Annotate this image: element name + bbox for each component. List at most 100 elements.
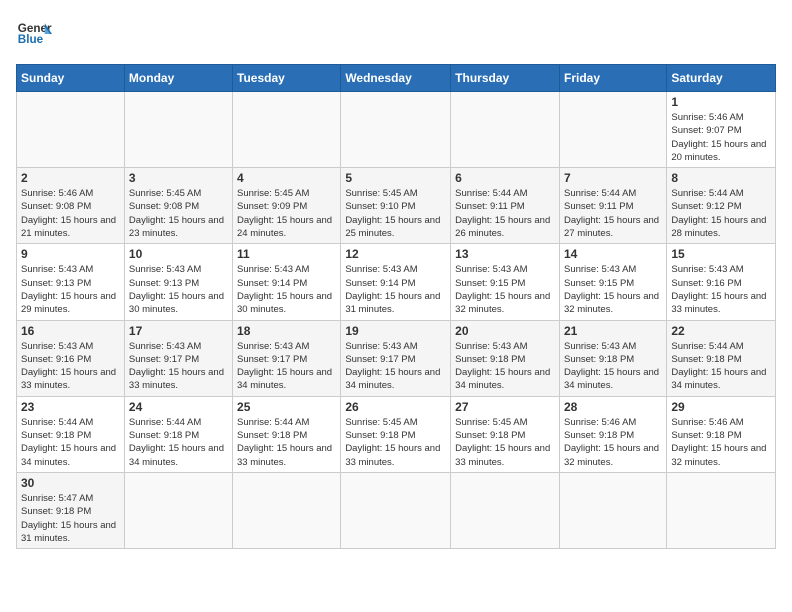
day-info: Sunrise: 5:43 AM Sunset: 9:16 PM Dayligh… — [671, 263, 771, 316]
calendar-cell: 27Sunrise: 5:45 AM Sunset: 9:18 PM Dayli… — [451, 396, 560, 472]
weekday-header-friday: Friday — [559, 65, 666, 92]
day-number: 21 — [564, 324, 662, 338]
calendar-week-row: 1 Sunrise: 5:46 AM Sunset: 9:07 PM Daylig… — [17, 92, 776, 168]
day-number: 14 — [564, 247, 662, 261]
calendar-cell — [233, 92, 341, 168]
day-info: Sunrise: 5:44 AM Sunset: 9:11 PM Dayligh… — [564, 187, 662, 240]
calendar-cell: 24 Sunrise: 5:44 AM Sunset: 9:18 PM Dayli… — [124, 396, 232, 472]
calendar-cell: 13 Sunrise: 5:43 AM Sunset: 9:15 PM Dayli… — [451, 244, 560, 320]
calendar-cell: 22Sunrise: 5:44 AM Sunset: 9:18 PM Dayli… — [667, 320, 776, 396]
calendar-cell: 16Sunrise: 5:43 AM Sunset: 9:16 PM Dayli… — [17, 320, 125, 396]
calendar-cell: 19 Sunrise: 5:43 AM Sunset: 9:17 PM Dayli… — [341, 320, 451, 396]
day-number: 18 — [237, 324, 336, 338]
calendar-week-row: 9 Sunrise: 5:43 AM Sunset: 9:13 PM Daylig… — [17, 244, 776, 320]
day-number: 8 — [671, 171, 771, 185]
calendar-cell — [451, 472, 560, 548]
day-info: Sunrise: 5:44 AM Sunset: 9:18 PM Dayligh… — [129, 416, 228, 469]
calendar-cell — [559, 92, 666, 168]
day-info: Sunrise: 5:44 AM Sunset: 9:18 PM Dayligh… — [671, 340, 771, 393]
calendar-cell: 26 Sunrise: 5:45 AM Sunset: 9:18 PM Dayli… — [341, 396, 451, 472]
day-info: Sunrise: 5:43 AM Sunset: 9:18 PM Dayligh… — [564, 340, 662, 393]
calendar-cell — [667, 472, 776, 548]
calendar-cell — [559, 472, 666, 548]
day-number: 16 — [21, 324, 120, 338]
day-info: Sunrise: 5:44 AM Sunset: 9:18 PM Dayligh… — [21, 416, 120, 469]
day-number: 26 — [345, 400, 446, 414]
calendar-cell: 3Sunrise: 5:45 AM Sunset: 9:08 PM Daylig… — [124, 168, 232, 244]
day-number: 17 — [129, 324, 228, 338]
day-number: 25 — [237, 400, 336, 414]
calendar-cell: 28 Sunrise: 5:46 AM Sunset: 9:18 PM Dayli… — [559, 396, 666, 472]
svg-text:Blue: Blue — [18, 33, 44, 46]
calendar-week-row: 2 Sunrise: 5:46 AM Sunset: 9:08 PM Daylig… — [17, 168, 776, 244]
page-container: General Blue SundayMondayTuesdayWednesda… — [16, 16, 776, 549]
day-info: Sunrise: 5:46 AM Sunset: 9:08 PM Dayligh… — [21, 187, 120, 240]
calendar-week-row: 30Sunrise: 5:47 AM Sunset: 9:18 PM Dayli… — [17, 472, 776, 548]
calendar-cell: 25 Sunrise: 5:44 AM Sunset: 9:18 PM Dayli… — [233, 396, 341, 472]
calendar-cell: 1 Sunrise: 5:46 AM Sunset: 9:07 PM Daylig… — [667, 92, 776, 168]
header: General Blue — [16, 16, 776, 52]
calendar-cell: 11Sunrise: 5:43 AM Sunset: 9:14 PM Dayli… — [233, 244, 341, 320]
calendar-cell: 29 Sunrise: 5:46 AM Sunset: 9:18 PM Dayli… — [667, 396, 776, 472]
day-number: 3 — [129, 171, 228, 185]
logo: General Blue — [16, 16, 52, 52]
day-number: 13 — [455, 247, 555, 261]
day-info: Sunrise: 5:45 AM Sunset: 9:18 PM Dayligh… — [345, 416, 446, 469]
day-number: 2 — [21, 171, 120, 185]
calendar-week-row: 16Sunrise: 5:43 AM Sunset: 9:16 PM Dayli… — [17, 320, 776, 396]
calendar-cell: 23 Sunrise: 5:44 AM Sunset: 9:18 PM Dayli… — [17, 396, 125, 472]
calendar-cell: 12 Sunrise: 5:43 AM Sunset: 9:14 PM Dayli… — [341, 244, 451, 320]
day-number: 12 — [345, 247, 446, 261]
calendar-cell: 17 Sunrise: 5:43 AM Sunset: 9:17 PM Dayli… — [124, 320, 232, 396]
day-info: Sunrise: 5:45 AM Sunset: 9:18 PM Dayligh… — [455, 416, 555, 469]
day-number: 5 — [345, 171, 446, 185]
day-number: 11 — [237, 247, 336, 261]
day-info: Sunrise: 5:46 AM Sunset: 9:07 PM Dayligh… — [671, 111, 771, 164]
day-info: Sunrise: 5:43 AM Sunset: 9:15 PM Dayligh… — [455, 263, 555, 316]
calendar-cell — [341, 92, 451, 168]
day-info: Sunrise: 5:43 AM Sunset: 9:17 PM Dayligh… — [237, 340, 336, 393]
day-info: Sunrise: 5:46 AM Sunset: 9:18 PM Dayligh… — [671, 416, 771, 469]
day-number: 6 — [455, 171, 555, 185]
day-number: 28 — [564, 400, 662, 414]
day-info: Sunrise: 5:44 AM Sunset: 9:18 PM Dayligh… — [237, 416, 336, 469]
day-info: Sunrise: 5:43 AM Sunset: 9:14 PM Dayligh… — [345, 263, 446, 316]
day-info: Sunrise: 5:43 AM Sunset: 9:15 PM Dayligh… — [564, 263, 662, 316]
day-info: Sunrise: 5:44 AM Sunset: 9:11 PM Dayligh… — [455, 187, 555, 240]
logo-icon: General Blue — [16, 16, 52, 52]
calendar-cell: 5Sunrise: 5:45 AM Sunset: 9:10 PM Daylig… — [341, 168, 451, 244]
day-number: 20 — [455, 324, 555, 338]
day-number: 9 — [21, 247, 120, 261]
calendar-cell — [233, 472, 341, 548]
day-info: Sunrise: 5:44 AM Sunset: 9:12 PM Dayligh… — [671, 187, 771, 240]
day-info: Sunrise: 5:43 AM Sunset: 9:17 PM Dayligh… — [345, 340, 446, 393]
day-info: Sunrise: 5:43 AM Sunset: 9:18 PM Dayligh… — [455, 340, 555, 393]
calendar-cell — [451, 92, 560, 168]
calendar-cell: 7 Sunrise: 5:44 AM Sunset: 9:11 PM Daylig… — [559, 168, 666, 244]
day-number: 29 — [671, 400, 771, 414]
day-info: Sunrise: 5:43 AM Sunset: 9:13 PM Dayligh… — [21, 263, 120, 316]
day-number: 15 — [671, 247, 771, 261]
calendar-cell — [124, 472, 232, 548]
calendar-cell: 6 Sunrise: 5:44 AM Sunset: 9:11 PM Daylig… — [451, 168, 560, 244]
weekday-header-saturday: Saturday — [667, 65, 776, 92]
day-number: 10 — [129, 247, 228, 261]
calendar-cell: 21 Sunrise: 5:43 AM Sunset: 9:18 PM Dayli… — [559, 320, 666, 396]
calendar-cell: 14 Sunrise: 5:43 AM Sunset: 9:15 PM Dayli… — [559, 244, 666, 320]
day-number: 30 — [21, 476, 120, 490]
weekday-header-row: SundayMondayTuesdayWednesdayThursdayFrid… — [17, 65, 776, 92]
day-info: Sunrise: 5:45 AM Sunset: 9:09 PM Dayligh… — [237, 187, 336, 240]
day-number: 23 — [21, 400, 120, 414]
weekday-header-wednesday: Wednesday — [341, 65, 451, 92]
day-number: 24 — [129, 400, 228, 414]
day-info: Sunrise: 5:43 AM Sunset: 9:17 PM Dayligh… — [129, 340, 228, 393]
calendar-cell: 20 Sunrise: 5:43 AM Sunset: 9:18 PM Dayli… — [451, 320, 560, 396]
calendar-cell: 18 Sunrise: 5:43 AM Sunset: 9:17 PM Dayli… — [233, 320, 341, 396]
weekday-header-thursday: Thursday — [451, 65, 560, 92]
day-number: 1 — [671, 95, 771, 109]
day-number: 19 — [345, 324, 446, 338]
calendar-cell — [341, 472, 451, 548]
day-info: Sunrise: 5:46 AM Sunset: 9:18 PM Dayligh… — [564, 416, 662, 469]
day-number: 7 — [564, 171, 662, 185]
calendar-table: SundayMondayTuesdayWednesdayThursdayFrid… — [16, 64, 776, 549]
